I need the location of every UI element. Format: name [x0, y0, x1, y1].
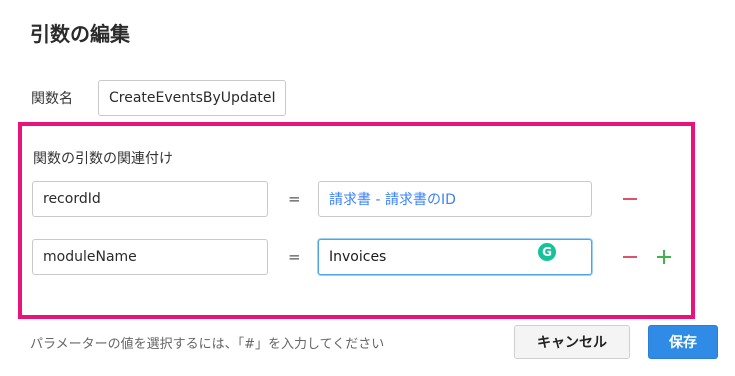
argument-value-field-recordid[interactable]: [318, 181, 592, 217]
argument-mapping-title: 関数の引数の関連付け: [33, 151, 173, 167]
argument-mapping-section: 関数の引数の関連付け = = G: [18, 122, 695, 319]
remove-row-minus-icon[interactable]: [622, 191, 638, 207]
argument-name-field-modulename[interactable]: [32, 239, 268, 275]
equals-sign: =: [288, 248, 301, 266]
dialog-title: 引数の編集: [30, 22, 130, 46]
remove-row-minus-icon[interactable]: [622, 249, 638, 265]
parameter-hint-text: パラメーターの値を選択するには、「#」を入力してください: [30, 337, 385, 352]
function-name-field[interactable]: [98, 80, 286, 116]
add-row-plus-icon[interactable]: [656, 249, 672, 265]
argument-name-field-recordid[interactable]: [32, 181, 268, 217]
function-name-label: 関数名: [31, 91, 73, 107]
equals-sign: =: [288, 190, 301, 208]
grammarly-icon[interactable]: G: [538, 243, 556, 261]
cancel-button[interactable]: キャンセル: [514, 325, 630, 359]
save-button[interactable]: 保存: [648, 325, 718, 359]
